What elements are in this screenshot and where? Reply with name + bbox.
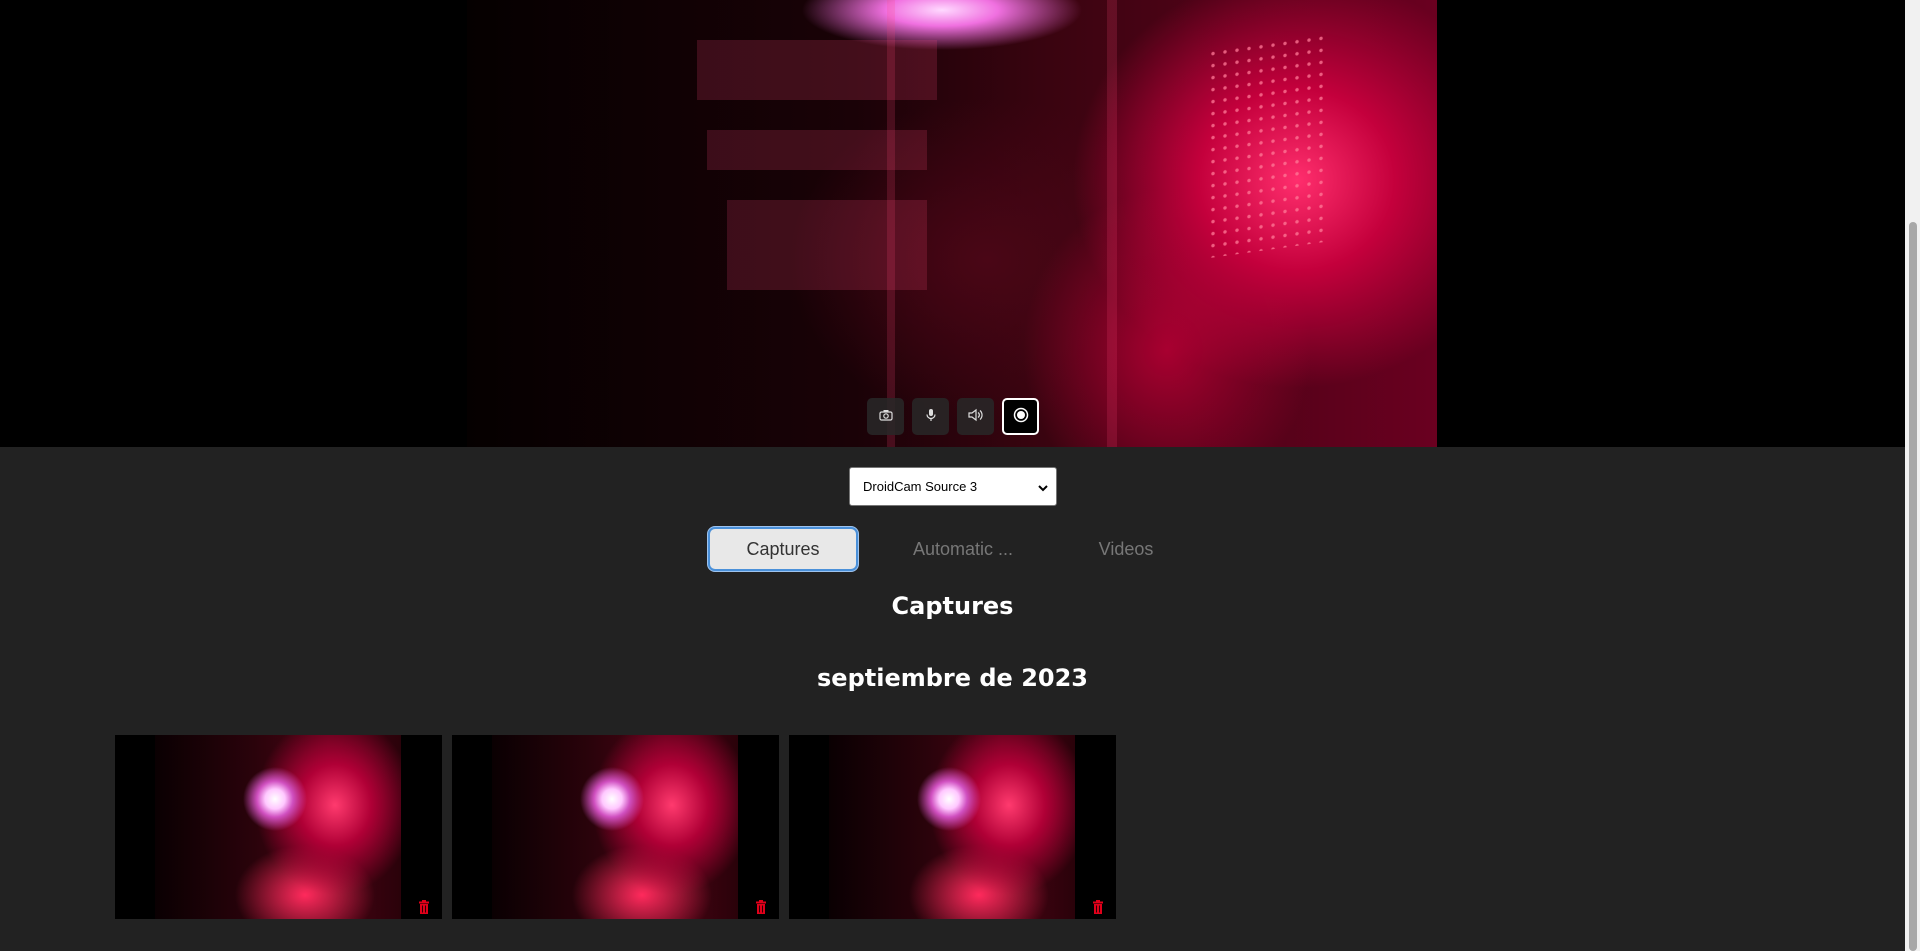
capture-list [115,735,1116,919]
led-grid [1207,31,1327,259]
tab-bar: Captures Automatic ... Videos [708,527,1165,571]
capture-image [155,735,401,919]
chevron-down-icon [1038,481,1048,496]
speaker-icon [967,408,984,425]
trash-icon[interactable] [418,899,430,914]
camera-button[interactable] [867,398,904,435]
capture-thumbnail[interactable] [452,735,779,919]
trash-icon[interactable] [1092,899,1104,914]
microphone-icon [925,408,937,425]
microphone-button[interactable] [912,398,949,435]
source-select[interactable]: DroidCam Source 3 [849,467,1057,506]
record-button[interactable] [1002,398,1039,435]
vertical-scrollbar[interactable] [1905,0,1920,951]
record-icon [1013,407,1029,426]
source-select-value: DroidCam Source 3 [863,479,978,494]
scrollbar-thumb[interactable] [1909,222,1917,951]
capture-image [492,735,738,919]
month-heading: septiembre de 2023 [817,664,1088,692]
page: DroidCam Source 3 Captures Automatic ...… [0,0,1905,951]
video-controls [867,398,1039,435]
capture-thumbnail[interactable] [115,735,442,919]
section-title: Captures [891,592,1014,620]
trash-icon[interactable] [755,899,767,914]
camera-feed [467,0,1437,447]
capture-image [829,735,1075,919]
video-stage [0,0,1905,447]
tab-automatic[interactable]: Automatic ... [888,527,1038,571]
capture-thumbnail[interactable] [789,735,1116,919]
tab-videos[interactable]: Videos [1051,527,1201,571]
camera-icon [878,409,893,424]
speaker-button[interactable] [957,398,994,435]
tab-captures[interactable]: Captures [708,527,858,571]
